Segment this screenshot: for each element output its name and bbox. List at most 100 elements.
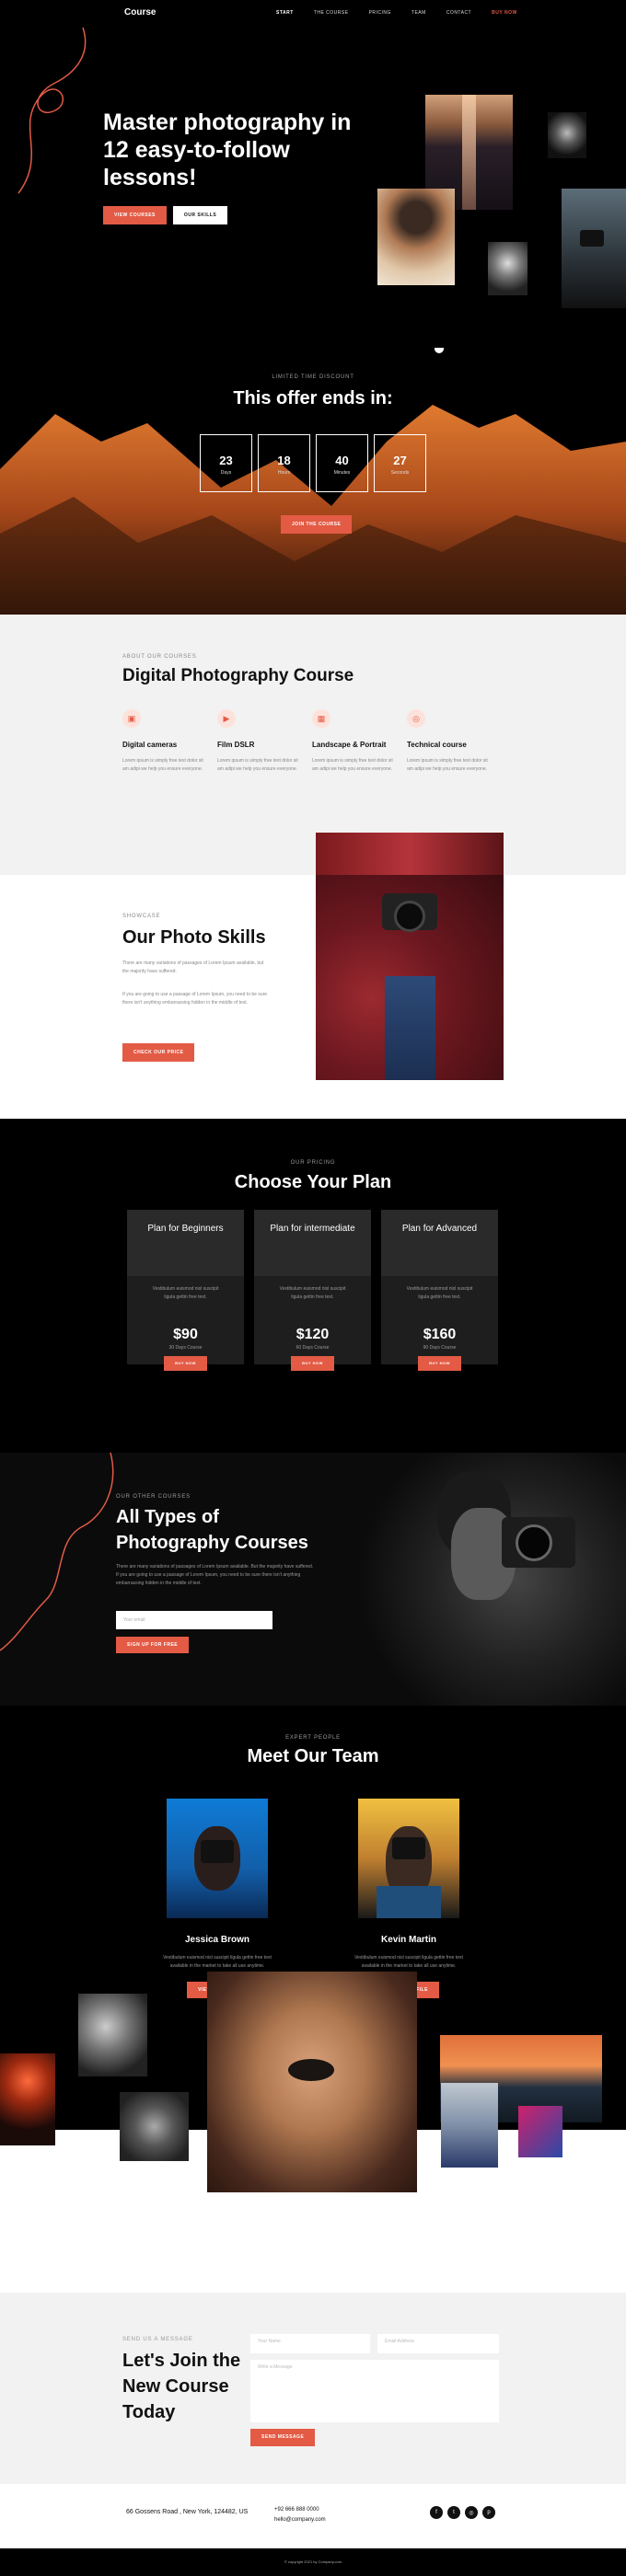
gallery-section (0, 1972, 626, 2293)
member-name: Jessica Brown (184, 1935, 250, 1945)
gallery-photo-orange-light (0, 2053, 55, 2145)
feature-technical-course: ◎ Technical course Lorem ipsum is simply… (407, 709, 494, 774)
feature-film-dslr: ▶ Film DSLR Lorem ipsum is simply free t… (217, 709, 305, 774)
hero-photo-camera-street (562, 189, 626, 308)
gallery-photo-butterfly-woman (207, 1972, 417, 2192)
feature-title: Landscape & Portrait (312, 741, 387, 749)
gallery-photo-camera-man (120, 2092, 189, 2161)
email-input[interactable]: Your email (116, 1611, 272, 1629)
courses-text: There are many variations of passages of… (116, 1564, 314, 1586)
moon-decoration (435, 348, 444, 353)
send-message-button[interactable]: SEND MESSAGE (250, 2429, 316, 2446)
plan-duration: 90 Days Course (423, 1345, 457, 1351)
nav-buy-now[interactable]: BUY NOW (492, 10, 517, 16)
footer-email[interactable]: hello@company.com (274, 2515, 326, 2525)
view-courses-button[interactable]: VIEW COURSES (103, 206, 167, 224)
name-field[interactable]: Your Name (250, 2334, 370, 2353)
plan-card-advanced: Plan for Advanced Vestibulum euismod nis… (381, 1210, 498, 1371)
counter-minutes: 40 Minutes (316, 434, 368, 492)
nav-contact[interactable]: CONTACT (446, 10, 471, 16)
skills-photo-camera-girl (316, 875, 504, 1080)
feature-title: Technical course (407, 741, 467, 749)
skills-paragraph-2: If you are going to use a passage of Lor… (122, 992, 268, 1006)
sign-up-button[interactable]: SIGN UP FOR FREE (116, 1637, 190, 1653)
pricing-kicker: OUR PRICING (290, 1160, 336, 1166)
social-links: f t ◎ p (430, 2506, 495, 2519)
instagram-icon[interactable]: ◎ (465, 2506, 478, 2519)
skills-paragraph-1: There are many variations of passages of… (122, 960, 264, 974)
skills-kicker: SHOWCASE (122, 914, 161, 919)
avatar (167, 1799, 268, 1918)
plan-price: $120 (296, 1327, 330, 1342)
our-skills-button[interactable]: OUR SKILLS (172, 206, 228, 224)
feature-text: Lorem ipsum is simply free text dolor si… (217, 758, 298, 772)
feature-text: Lorem ipsum is simply free text dolor si… (407, 758, 488, 772)
twitter-icon[interactable]: t (447, 2506, 460, 2519)
about-kicker: ABOUT OUR COURSES (122, 654, 197, 660)
main-nav: START THE COURSE PRICING TEAM CONTACT BU… (276, 10, 517, 16)
check-price-button[interactable]: CHECK OUR PRICE (122, 1043, 195, 1062)
feature-title: Film DSLR (217, 741, 255, 749)
courses-photo-man-camera (350, 1453, 626, 1706)
footer-phone[interactable]: +92 666 888 0000 (274, 2505, 326, 2515)
plan-price: $90 (173, 1327, 198, 1342)
plan-desc: Vestibulum euismod nisl suscipit ligula … (279, 1286, 346, 1300)
copyright-text: © copyright 2021 by Company.com (284, 2559, 342, 2564)
counter-hours: 18 Hours (258, 434, 310, 492)
hero-title: Master photography in 12 easy-to-follow … (103, 109, 352, 190)
plan-desc: Vestibulum euismod nisl suscipit ligula … (406, 1286, 473, 1300)
plan-card-intermediate: Plan for intermediate Vestibulum euismod… (254, 1210, 371, 1371)
feature-landscape-portrait: ▦ Landscape & Portrait Lorem ipsum is si… (312, 709, 400, 774)
pinterest-icon[interactable]: p (482, 2506, 495, 2519)
plan-name: Plan for intermediate (254, 1210, 371, 1276)
copyright-bar: © copyright 2021 by Company.com (0, 2548, 626, 2576)
member-name: Kevin Martin (380, 1935, 436, 1945)
contact-section: SEND US A MESSAGE Let's Join the New Cou… (0, 2293, 626, 2484)
footer-contact: +92 666 888 0000 hello@company.com (274, 2505, 326, 2525)
offer-kicker: LIMITED TIME DISCOUNT (272, 374, 354, 380)
pricing-section: OUR PRICING Choose Your Plan Plan for Be… (0, 1119, 626, 1453)
feature-title: Digital cameras (122, 741, 178, 749)
plan-duration: 60 Days Course (296, 1345, 330, 1351)
hero-photo-woman-camera (377, 189, 455, 285)
hero-photo-portrait-bw (548, 112, 586, 158)
footer-address: 66 Gossens Road , New York, 124482, US (126, 2509, 249, 2515)
orange-swirl-decoration (0, 1453, 114, 1651)
facebook-icon[interactable]: f (430, 2506, 443, 2519)
message-field[interactable]: Write a Message (250, 2360, 499, 2422)
nav-start[interactable]: START (276, 10, 294, 16)
team-member-jessica: Jessica Brown Vestibulum euismod nisl su… (157, 1799, 277, 1998)
plan-name: Plan for Beginners (127, 1210, 244, 1276)
countdown: 23 Days 18 Hours 40 Minutes 27 Seconds (200, 434, 426, 492)
nav-the-course[interactable]: THE COURSE (314, 10, 349, 16)
about-section: ABOUT OUR COURSES Digital Photography Co… (0, 615, 626, 875)
offer-title: This offer ends in: (233, 388, 393, 408)
avatar (358, 1799, 459, 1918)
email-field[interactable]: Email Address (377, 2334, 499, 2353)
member-desc: Vestibulum euismod nisl suscipit ligula … (163, 1955, 272, 1969)
buy-now-button[interactable]: BUY NOW (418, 1356, 461, 1371)
plan-duration: 30 Days Course (168, 1345, 203, 1351)
film-icon: ▶ (217, 709, 236, 728)
logo[interactable]: Course (124, 7, 156, 17)
hero-section: Course START THE COURSE PRICING TEAM CON… (0, 0, 626, 615)
member-desc: Vestibulum euismod nisl suscipit ligula … (354, 1955, 463, 1969)
camera-icon: ▣ (122, 709, 141, 728)
about-title: Digital Photography Course (122, 666, 354, 685)
mountain-background (0, 386, 626, 615)
footer: 66 Gossens Road , New York, 124482, US +… (0, 2484, 626, 2548)
plan-desc: Vestibulum euismod nisl suscipit ligula … (152, 1286, 219, 1300)
join-course-button[interactable]: JOIN THE COURSE (281, 515, 353, 534)
nav-team[interactable]: TEAM (412, 10, 426, 16)
plan-price: $160 (423, 1327, 457, 1342)
skills-section: SHOWCASE Our Photo Skills There are many… (0, 875, 626, 1119)
nav-pricing[interactable]: PRICING (369, 10, 391, 16)
feature-digital-cameras: ▣ Digital cameras Lorem ipsum is simply … (122, 709, 210, 774)
plan-name: Plan for Advanced (381, 1210, 498, 1276)
buy-now-button[interactable]: BUY NOW (291, 1356, 334, 1371)
team-title: Meet Our Team (247, 1746, 379, 1766)
buy-now-button[interactable]: BUY NOW (164, 1356, 207, 1371)
contact-title: Let's Join the New Course Today (122, 2351, 241, 2422)
feature-text: Lorem ipsum is simply free text dolor si… (312, 758, 393, 772)
feature-text: Lorem ipsum is simply free text dolor si… (122, 758, 203, 772)
